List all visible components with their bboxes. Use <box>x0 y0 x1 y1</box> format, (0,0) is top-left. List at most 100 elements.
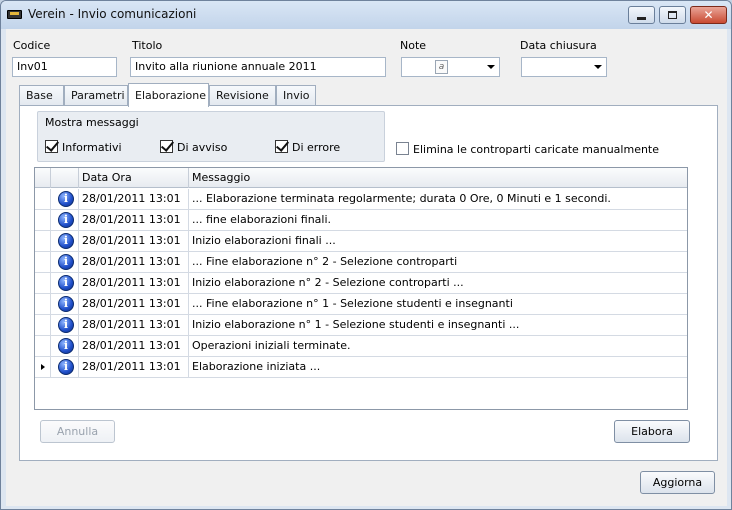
codice-input[interactable]: Inv01 <box>12 57 117 77</box>
messaggio-cell: ... Elaborazione terminata regolarmente;… <box>192 192 611 205</box>
mostra-messaggi-group: Mostra messaggi Informativi Di avviso Di… <box>37 111 385 162</box>
codice-label: Codice <box>13 39 51 52</box>
elimina-checkbox[interactable] <box>396 142 409 155</box>
informativi-label: Informativi <box>62 141 122 154</box>
data-ora-cell: 28/01/2011 13:01 <box>79 336 189 356</box>
application-window: Verein - Invio comunicazioni ✕ Codice In… <box>0 0 732 510</box>
table-row[interactable]: i 28/01/2011 13:01... Fine elaborazione n… <box>35 252 687 273</box>
data-chiusura-label: Data chiusura <box>520 39 597 52</box>
messaggio-cell: Inizio elaborazione n° 1 - Selezione stu… <box>192 318 520 331</box>
table-row[interactable]: i 28/01/2011 13:01... Fine elaborazione n… <box>35 294 687 315</box>
messaggio-cell: ... Fine elaborazione n° 1 - Selezione s… <box>192 297 513 310</box>
tab-parametri[interactable]: Parametri <box>64 85 128 106</box>
info-icon: i <box>58 275 74 291</box>
titolo-label: Titolo <box>132 39 163 52</box>
message-type-cell: i <box>51 252 79 272</box>
message-type-cell: i <box>51 189 79 209</box>
row-indicator[interactable] <box>35 189 51 209</box>
row-indicator[interactable] <box>35 273 51 293</box>
tab-label: Invio <box>283 89 310 102</box>
form-client-area: Codice Inv01 Titolo Invito alla riunione… <box>6 29 727 506</box>
tab-revisione[interactable]: Revisione <box>209 85 276 106</box>
di-errore-label: Di errore <box>292 141 341 154</box>
row-indicator[interactable] <box>35 231 51 251</box>
message-type-cell: i <box>51 336 79 356</box>
tab-elaborazione[interactable]: Elaborazione <box>128 83 209 107</box>
message-type-cell: i <box>51 294 79 314</box>
table-row[interactable]: i 28/01/2011 13:01 Inizio elaborazioni fin… <box>35 231 687 252</box>
table-row[interactable]: i 28/01/2011 13:01 Elaborazione iniziata .… <box>35 357 687 378</box>
info-icon: i <box>58 233 74 249</box>
info-icon: i <box>58 212 74 228</box>
tab-label: Elaborazione <box>135 89 207 102</box>
messages-grid: Data Ora Messaggio i 28/01/2011 13:01... … <box>34 167 688 410</box>
info-icon: i <box>58 359 74 375</box>
info-icon: i <box>58 338 74 354</box>
tab-base[interactable]: Base <box>19 85 64 106</box>
close-button[interactable]: ✕ <box>690 6 727 24</box>
aggiorna-button[interactable]: Aggiorna <box>640 471 715 494</box>
message-type-cell: i <box>51 273 79 293</box>
table-row[interactable]: i 28/01/2011 13:01... fine elaborazioni f… <box>35 210 687 231</box>
message-type-cell: i <box>51 231 79 251</box>
row-pointer-icon <box>41 364 45 370</box>
messaggio-cell: Operazioni iniziali terminate. <box>192 339 351 352</box>
titolo-input[interactable]: Invito alla riunione annuale 2011 <box>130 57 386 77</box>
maximize-icon <box>668 11 677 19</box>
di-errore-checkbox[interactable] <box>275 140 288 153</box>
messaggio-header[interactable]: Messaggio <box>189 168 687 188</box>
tab-invio[interactable]: Invio <box>276 85 316 106</box>
tab-label: Base <box>26 89 53 102</box>
row-indicator[interactable] <box>35 294 51 314</box>
data-chiusura-dropdown[interactable] <box>521 57 607 77</box>
table-row[interactable]: i 28/01/2011 13:01 Inizio elaborazione n° … <box>35 273 687 294</box>
data-ora-cell: 28/01/2011 13:01 <box>79 231 189 251</box>
chevron-down-icon <box>594 65 602 69</box>
messaggio-cell: ... Fine elaborazione n° 2 - Selezione c… <box>192 255 458 268</box>
messaggio-cell: ... fine elaborazioni finali. <box>192 213 332 226</box>
informativi-checkbox[interactable] <box>45 140 58 153</box>
elaborazione-panel: Mostra messaggi Informativi Di avviso Di… <box>19 105 718 461</box>
minimize-icon <box>637 16 646 20</box>
data-ora-cell: 28/01/2011 13:01 <box>79 189 189 209</box>
chevron-down-icon <box>487 65 495 69</box>
maximize-button[interactable] <box>659 6 686 24</box>
note-label: Note <box>400 39 427 52</box>
note-dropdown[interactable]: a <box>401 57 500 77</box>
data-ora-header[interactable]: Data Ora <box>79 168 189 188</box>
message-type-cell: i <box>51 357 79 377</box>
messaggio-cell: Inizio elaborazioni finali ... <box>192 234 336 247</box>
row-indicator[interactable] <box>35 252 51 272</box>
info-icon: i <box>58 191 74 207</box>
table-row[interactable]: i 28/01/2011 13:01... Elaborazione termin… <box>35 189 687 210</box>
row-indicator[interactable] <box>35 210 51 230</box>
window-title: Verein - Invio comunicazioni <box>28 7 197 21</box>
di-avviso-label: Di avviso <box>177 141 228 154</box>
info-icon: i <box>58 254 74 270</box>
table-row[interactable]: i 28/01/2011 13:01 Operazioni iniziali ter… <box>35 336 687 357</box>
row-indicator[interactable] <box>35 357 51 377</box>
message-type-cell: i <box>51 210 79 230</box>
grid-header: Data Ora Messaggio <box>35 168 687 188</box>
minimize-button[interactable] <box>628 6 655 24</box>
data-ora-cell: 28/01/2011 13:01 <box>79 357 189 377</box>
di-avviso-checkbox[interactable] <box>160 140 173 153</box>
row-indicator[interactable] <box>35 315 51 335</box>
data-ora-cell: 28/01/2011 13:01 <box>79 315 189 335</box>
elimina-label: Elimina le controparti caricate manualme… <box>413 143 660 156</box>
title-bar[interactable]: Verein - Invio comunicazioni ✕ <box>1 1 731 29</box>
info-icon: i <box>58 296 74 312</box>
messaggio-cell: Inizio elaborazione n° 2 - Selezione con… <box>192 276 464 289</box>
close-icon: ✕ <box>703 8 714 22</box>
data-ora-cell: 28/01/2011 13:01 <box>79 273 189 293</box>
tab-label: Revisione <box>216 89 269 102</box>
data-ora-cell: 28/01/2011 13:01 <box>79 294 189 314</box>
annulla-button[interactable]: Annulla <box>40 420 115 443</box>
icon-column-header <box>51 168 79 188</box>
row-indicator[interactable] <box>35 336 51 356</box>
tab-label: Parametri <box>71 89 125 102</box>
note-icon: a <box>435 60 448 74</box>
elabora-button[interactable]: Elabora <box>614 420 690 443</box>
table-row[interactable]: i 28/01/2011 13:01 Inizio elaborazione n° … <box>35 315 687 336</box>
group-title: Mostra messaggi <box>45 116 139 129</box>
